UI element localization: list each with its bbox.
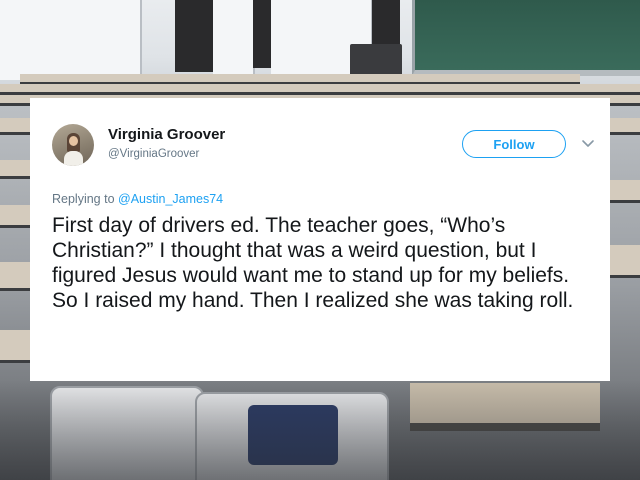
desk-row	[0, 84, 640, 95]
tweet-text: First day of drivers ed. The teacher goe…	[52, 214, 574, 312]
desk-row	[608, 180, 640, 203]
author-handle[interactable]: @VirginiaGroover	[108, 148, 199, 160]
follow-button[interactable]: Follow	[462, 130, 566, 158]
avatar-shirt	[64, 151, 83, 166]
chevron-down-icon[interactable]	[581, 138, 595, 150]
avatar-face	[69, 136, 78, 146]
reply-prefix: Replying to	[52, 192, 119, 206]
author-name[interactable]: Virginia Groover	[108, 126, 225, 143]
reply-mention-link[interactable]: @Austin_James74	[118, 192, 223, 206]
desk-row	[608, 118, 640, 135]
avatar[interactable]	[52, 124, 94, 166]
curtain	[175, 0, 213, 72]
tweet-card: Virginia Groover @VirginiaGroover Follow…	[30, 98, 610, 381]
chalkboard	[412, 0, 640, 76]
curtain	[372, 0, 400, 46]
curtain	[253, 0, 271, 68]
reply-context: Replying to @Austin_James74	[52, 192, 223, 206]
window	[0, 0, 142, 80]
desk-row	[608, 245, 640, 278]
window	[213, 0, 255, 80]
shadow	[0, 380, 640, 480]
